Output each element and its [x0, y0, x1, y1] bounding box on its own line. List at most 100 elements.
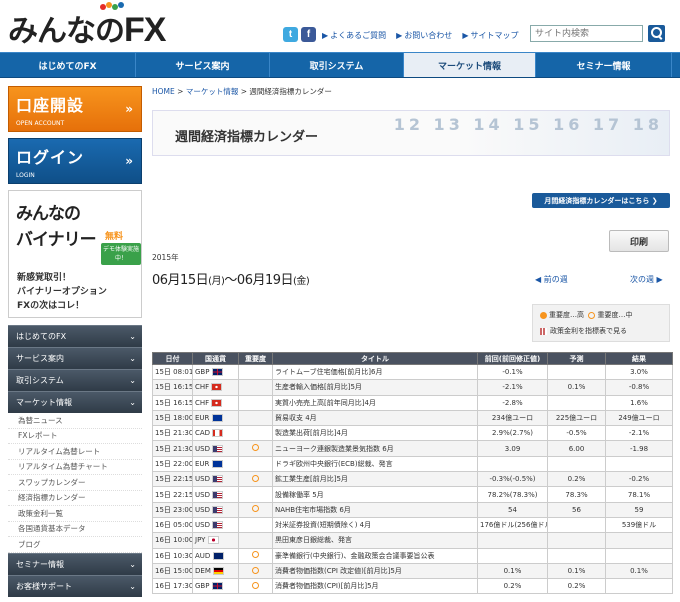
importance-cell: [238, 440, 273, 457]
result-cell: [605, 532, 673, 549]
title-cell: 生産者輸入価格[前月比]5月: [272, 379, 478, 396]
side-menu-header[interactable]: サービス案内 ⌄: [8, 347, 142, 369]
table-header-cell: タイトル: [272, 352, 478, 365]
side-sub-item[interactable]: ブログ: [8, 537, 142, 553]
flag-icon: [211, 368, 223, 377]
site-logo[interactable]: みんなのFX: [8, 2, 166, 50]
date-cell: 16日 15:00: [152, 562, 193, 580]
currency-code: CHF: [195, 398, 210, 407]
side-menu-label: セミナー情報: [16, 559, 64, 569]
table-row: 16日 05:00 USD 対米証券投資(短期債除く) 4月 176億ドル(256億…: [152, 516, 673, 534]
logo-dots: [100, 2, 124, 10]
currency-code: AUD: [195, 551, 211, 560]
side-menu-header[interactable]: マーケット情報 ⌄: [8, 391, 142, 413]
monthly-calendar-button[interactable]: 月間経済指標カレンダーはこちら ❯: [532, 193, 670, 208]
date-cell: 15日 21:30: [152, 440, 193, 457]
side-sub-item[interactable]: スワップカレンダー: [8, 475, 142, 491]
importance-cell: [238, 471, 273, 488]
chevron-down-icon: ⌄: [129, 581, 136, 591]
side-menu-header[interactable]: セミナー情報 ⌄: [8, 552, 142, 575]
open-account-sub: OPEN ACCOUNT: [16, 120, 65, 127]
side-sub-item[interactable]: FXレポート: [8, 429, 142, 444]
login-button[interactable]: ログイン LOGIN »: [8, 138, 142, 184]
result-cell: 539億ドル: [605, 516, 673, 534]
side-sub-item[interactable]: リアルタイム為替レート: [8, 444, 142, 460]
currency-code: EUR: [195, 459, 210, 468]
twitter-icon[interactable]: t: [283, 27, 298, 42]
side-sub-item[interactable]: リアルタイム為替チャート: [8, 460, 142, 475]
flag-icon: [212, 490, 224, 499]
top-link[interactable]: ▶ よくあるご質問: [322, 30, 386, 41]
logo-text: みんなの: [8, 15, 125, 48]
year-label: 2015年: [152, 253, 179, 262]
date-day: 15日: [155, 398, 171, 407]
forecast-cell: [547, 547, 606, 564]
currency-cell: CHF: [192, 394, 239, 411]
side-sub-item[interactable]: 為替ニュース: [8, 413, 142, 429]
importance-cell: [238, 425, 273, 442]
table-row: 15日 18:00 EUR 貿易収支 4月 234億ユーロ 225億ユーロ 249億ユー…: [152, 409, 673, 427]
forecast-cell: 0.1%: [547, 379, 606, 396]
result-cell: -0.2%: [605, 471, 673, 488]
currency-code: JPY: [195, 536, 206, 545]
global-nav: はじめてのFX サービス案内 取引システム マーケット情報 セミナー情報: [0, 52, 680, 78]
date-time: 16:15: [173, 383, 193, 392]
nav-item[interactable]: はじめてのFX: [0, 53, 136, 77]
title-cell: 実質小売売上高[前年同月比]4月: [272, 394, 478, 411]
next-week-link[interactable]: 次の週 ▶: [630, 274, 663, 285]
importance-cell: [238, 409, 273, 427]
previous-cell: 54: [477, 501, 548, 518]
binary-banner[interactable]: みんなの バイナリー 無料 デモ体験実施中！ 新感覚取引！ バイナリーオプション…: [8, 190, 142, 318]
currency-cell: USD: [192, 486, 239, 503]
side-menu-label: お客様サポート: [16, 581, 72, 591]
side-menu-header[interactable]: はじめてのFX ⌄: [8, 325, 142, 347]
prev-week-link[interactable]: ◀ 前の週: [535, 274, 568, 285]
table-header: 日付 国通貨 重要度 タイトル 前回(前回修正値) 予測 結果: [152, 352, 673, 365]
forecast-cell: 56: [547, 501, 606, 518]
prev-week-label: 前の週: [543, 275, 568, 284]
facebook-icon[interactable]: f: [301, 27, 316, 42]
side-sub-item[interactable]: 政策金利一覧: [8, 506, 142, 522]
search-icon[interactable]: [648, 25, 665, 42]
side-menu-header[interactable]: お客様サポート ⌄: [8, 574, 142, 597]
nav-item[interactable]: 取引システム: [270, 53, 404, 77]
legend-mid: 重要度…中: [597, 311, 633, 319]
arrow-right-icon: ▶: [462, 31, 469, 40]
breadcrumb-market[interactable]: マーケット情報: [186, 87, 239, 96]
binary-text-1: 新感覚取引！: [17, 273, 72, 283]
side-sub-item[interactable]: 各国通貨基本データ: [8, 522, 142, 537]
forecast-cell: [547, 363, 606, 381]
nav-item[interactable]: マーケット情報: [404, 53, 536, 77]
date-day: 15日: [155, 414, 171, 423]
binary-text-3: FXの次はコレ！: [17, 301, 85, 311]
flag-icon: [211, 414, 223, 423]
date-time: 05:00: [173, 521, 193, 530]
forecast-cell: [547, 455, 606, 473]
title-cell: 設備稼働率 5月: [272, 486, 478, 503]
side-menu-header[interactable]: 取引システム ⌄: [8, 369, 142, 391]
result-cell: 0.1%: [605, 562, 673, 580]
print-button[interactable]: 印刷: [609, 230, 669, 252]
top-link[interactable]: ▶ サイトマップ: [462, 30, 518, 41]
legend-rate-link[interactable]: 政策金利を指標表で見る: [550, 327, 627, 335]
table-row: 16日 15:00 DEM 消費者物価指数(CPI 改定値)[前月比]5月 0.1%…: [152, 562, 673, 580]
search-input[interactable]: [530, 25, 643, 42]
nav-item[interactable]: サービス案内: [136, 53, 270, 77]
date-day: 16日: [155, 582, 171, 591]
legend-high: 重要度…高: [549, 311, 584, 319]
flag-icon: [207, 536, 219, 545]
previous-cell: -0.1%: [477, 363, 548, 381]
currency-cell: AUD: [192, 547, 239, 564]
range-start-dow: (月): [208, 276, 225, 287]
social-links: tf: [283, 27, 316, 42]
date-time: 18:00: [173, 414, 193, 423]
breadcrumb-home[interactable]: HOME: [152, 87, 175, 96]
range-end: 06月19日: [236, 273, 294, 288]
nav-item[interactable]: セミナー情報: [536, 53, 672, 77]
side-sub-item[interactable]: 経済指標カレンダー: [8, 491, 142, 506]
top-link[interactable]: ▶ お問い合わせ: [396, 30, 452, 41]
open-account-button[interactable]: 口座開設 OPEN ACCOUNT »: [8, 86, 142, 132]
currency-code: CAD: [195, 429, 211, 438]
binary-text-2: バイナリーオプション: [17, 287, 107, 297]
currency-cell: USD: [192, 516, 239, 534]
